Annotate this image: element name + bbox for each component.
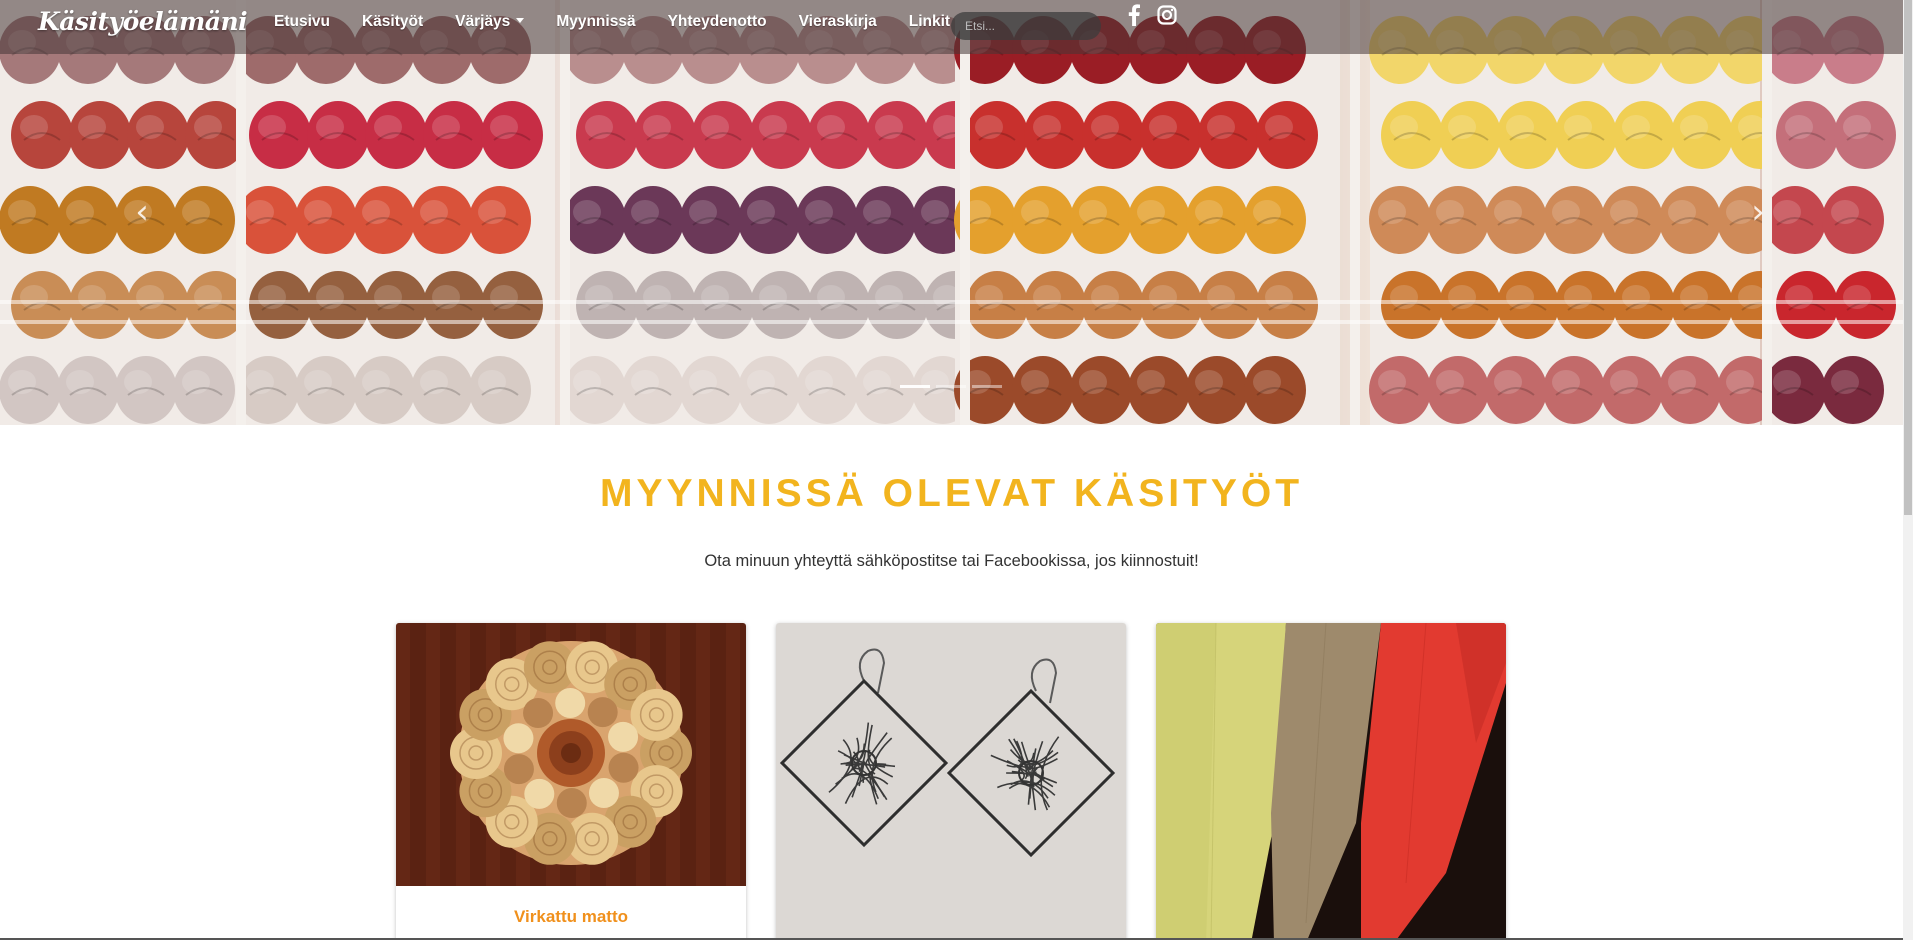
carousel-indicator[interactable] [900, 385, 930, 388]
product-title[interactable]: Virkattu matto [396, 907, 746, 927]
facebook-icon [1128, 4, 1140, 26]
chevron-right-icon: › [1751, 192, 1765, 232]
nav-item-label: Värjäys [455, 13, 510, 30]
carousel-prev-button[interactable]: ‹ [122, 192, 162, 232]
nav-item-etusivu[interactable]: Etusivu [258, 13, 346, 31]
site-logo[interactable]: Käsityöelämäni [38, 7, 247, 36]
scrollbar[interactable] [1903, 0, 1913, 940]
navbar: Käsityöelämäni Etusivu Käsityöt Värjäys … [0, 0, 1903, 54]
product-image [776, 623, 1126, 940]
nav-menu: Etusivu Käsityöt Värjäys Myynnissä Yhtey… [258, 0, 966, 44]
product-image [396, 623, 746, 886]
product-card[interactable] [776, 623, 1126, 940]
instagram-link[interactable] [1156, 2, 1178, 28]
carousel-indicators [900, 385, 1002, 388]
crocheted-rug-image [396, 623, 746, 886]
facebook-link[interactable] [1125, 2, 1143, 28]
carousel-indicator[interactable] [936, 385, 966, 388]
nav-item-yhteydenotto[interactable]: Yhteydenotto [652, 13, 783, 31]
instagram-icon [1157, 5, 1177, 25]
nav-item-myynnissa[interactable]: Myynnissä [540, 13, 651, 31]
knitted-earrings-image [776, 623, 1126, 940]
page: ‹ › Käsityöelämäni Etusivu Käsityöt Värj… [0, 0, 1903, 940]
product-card[interactable] [1156, 623, 1506, 940]
section-subtitle: Ota minuun yhteyttä sähköpostitse tai Fa… [0, 552, 1903, 571]
yarn-wall-image [0, 0, 1903, 425]
section-title: MYYNNISSÄ OLEVAT KÄSITYÖT [0, 472, 1903, 516]
knitted-scarves-image [1156, 623, 1506, 940]
carousel-indicator[interactable] [972, 385, 1002, 388]
hero-carousel: ‹ › [0, 0, 1903, 425]
caret-down-icon [516, 18, 524, 23]
chevron-left-icon: ‹ [135, 192, 149, 232]
nav-item-vieraskirja[interactable]: Vieraskirja [783, 13, 893, 31]
scrollbar-thumb[interactable] [1904, 0, 1912, 515]
nav-item-varjays[interactable]: Värjäys [439, 13, 540, 31]
carousel-next-button[interactable]: › [1738, 192, 1778, 232]
search-input[interactable] [951, 12, 1101, 40]
nav-item-kasityot[interactable]: Käsityöt [346, 13, 439, 31]
product-image [1156, 623, 1506, 940]
product-card[interactable]: Virkattu matto [396, 623, 746, 940]
